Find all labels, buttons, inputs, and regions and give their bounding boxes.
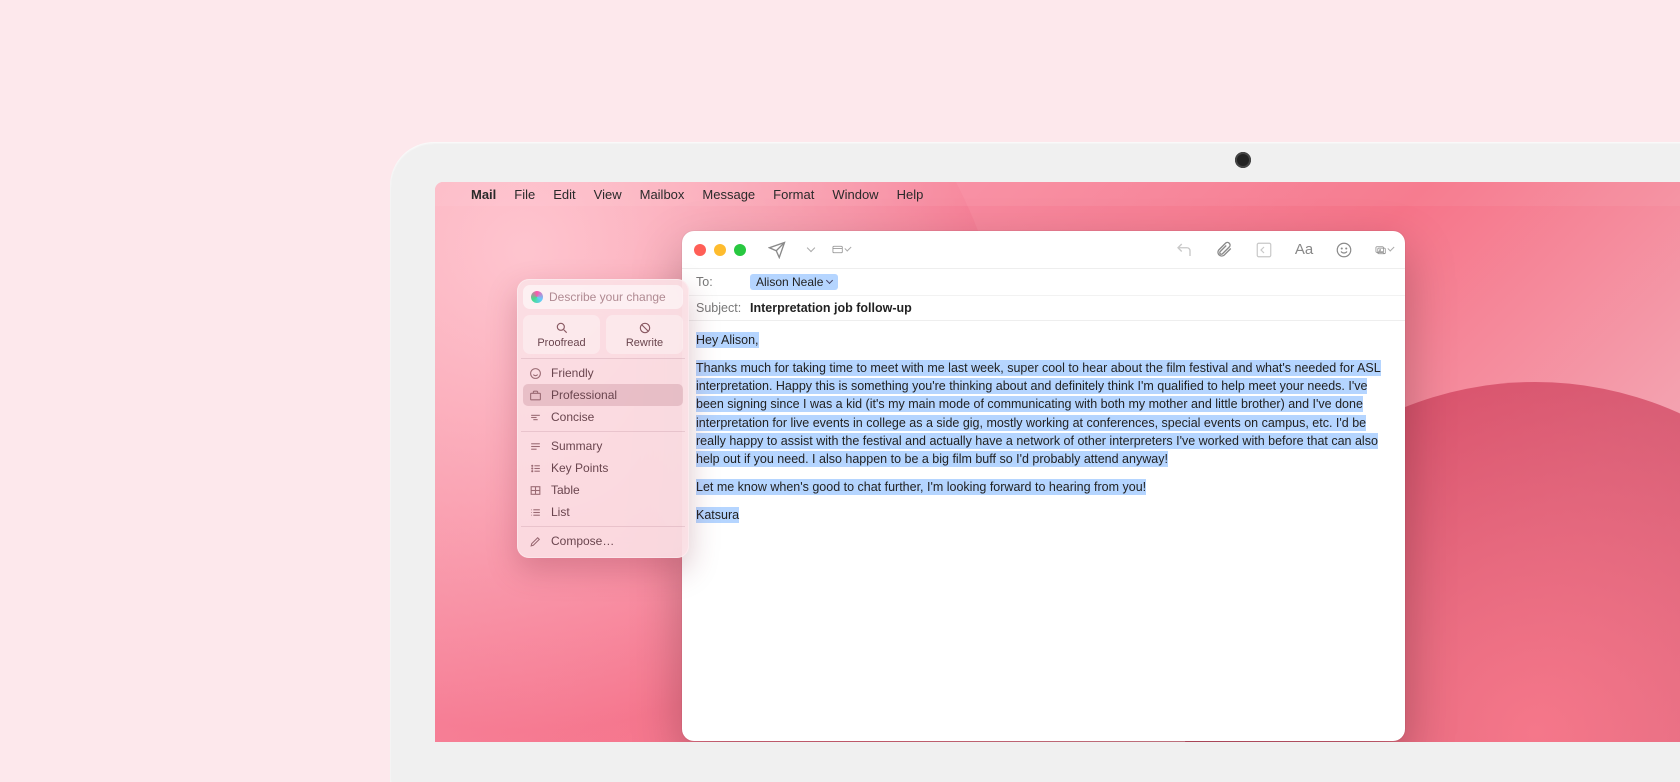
briefcase-icon: [529, 389, 542, 402]
recipient-dropdown-icon[interactable]: [826, 276, 833, 283]
separator: [521, 358, 685, 359]
subject-label: Subject:: [696, 301, 750, 315]
attachment-icon[interactable]: [1215, 241, 1233, 259]
menu-window[interactable]: Window: [832, 187, 878, 202]
subject-field-row[interactable]: Subject: Interpretation job follow-up: [682, 296, 1405, 320]
describe-change-input[interactable]: Describe your change: [523, 285, 683, 309]
summary-icon: [529, 440, 542, 453]
table-icon: [529, 484, 542, 497]
subject-value[interactable]: Interpretation job follow-up: [750, 301, 912, 315]
rewrite-label: Rewrite: [626, 337, 663, 349]
body-greeting: Hey Alison,: [696, 332, 759, 348]
smile-icon: [529, 367, 542, 380]
tone-professional[interactable]: Professional: [523, 384, 683, 406]
minimize-button[interactable]: [714, 244, 726, 256]
body-signature: Katsura: [696, 507, 739, 523]
app-menu[interactable]: Mail: [471, 187, 496, 202]
table-label: Table: [551, 483, 580, 497]
describe-change-placeholder: Describe your change: [549, 290, 666, 304]
list-label: List: [551, 505, 570, 519]
recipient-chip[interactable]: Alison Neale: [750, 274, 838, 290]
action-keypoints[interactable]: Key Points: [523, 457, 683, 479]
tone-concise[interactable]: Concise: [523, 406, 683, 428]
action-compose[interactable]: Compose…: [523, 530, 683, 552]
concise-icon: [529, 411, 542, 424]
separator: [521, 526, 685, 527]
keypoints-label: Key Points: [551, 461, 608, 475]
action-list[interactable]: List: [523, 501, 683, 523]
photo-browser-icon[interactable]: [1375, 241, 1393, 259]
to-field-row[interactable]: To: Alison Neale: [682, 269, 1405, 296]
system-menubar: Mail File Edit View Mailbox Message Form…: [435, 182, 1680, 206]
compose-window: Aa To: Alison Neale Subject:: [682, 231, 1405, 741]
menu-edit[interactable]: Edit: [553, 187, 575, 202]
send-options-dropdown-icon[interactable]: [800, 241, 818, 259]
friendly-label: Friendly: [551, 366, 594, 380]
desktop-screen: Mail File Edit View Mailbox Message Form…: [435, 182, 1680, 742]
summary-label: Summary: [551, 439, 602, 453]
sparkle-icon: [531, 291, 543, 303]
menu-file[interactable]: File: [514, 187, 535, 202]
close-button[interactable]: [694, 244, 706, 256]
device-camera: [1235, 152, 1251, 168]
format-icon[interactable]: Aa: [1295, 241, 1313, 259]
proofread-button[interactable]: Proofread: [523, 315, 600, 354]
compose-header-fields: To: Alison Neale Subject: Interpretation…: [682, 269, 1405, 321]
writing-tools-panel: Describe your change Proofread Rewrite F…: [517, 279, 689, 558]
action-table[interactable]: Table: [523, 479, 683, 501]
header-fields-icon[interactable]: [832, 241, 850, 259]
menu-help[interactable]: Help: [897, 187, 924, 202]
proofread-label: Proofread: [537, 337, 585, 349]
menu-mailbox[interactable]: Mailbox: [640, 187, 685, 202]
list-icon: [529, 506, 542, 519]
body-paragraph-2: Let me know when's good to chat further,…: [696, 479, 1146, 495]
menu-format[interactable]: Format: [773, 187, 814, 202]
magnify-icon: [555, 321, 569, 335]
reply-icon[interactable]: [1175, 241, 1193, 259]
to-label: To:: [696, 275, 750, 289]
send-icon[interactable]: [768, 241, 786, 259]
window-controls: [694, 244, 746, 256]
keypoints-icon: [529, 462, 542, 475]
zoom-button[interactable]: [734, 244, 746, 256]
emoji-icon[interactable]: [1335, 241, 1353, 259]
professional-label: Professional: [551, 388, 617, 402]
concise-label: Concise: [551, 410, 594, 424]
menu-view[interactable]: View: [594, 187, 622, 202]
rewrite-button[interactable]: Rewrite: [606, 315, 683, 354]
action-summary[interactable]: Summary: [523, 435, 683, 457]
pencil-icon: [529, 535, 542, 548]
compose-body[interactable]: Hey Alison, Thanks much for taking time …: [682, 321, 1405, 741]
recipient-name: Alison Neale: [756, 275, 823, 289]
link-editor-icon[interactable]: [1255, 241, 1273, 259]
body-paragraph-1: Thanks much for taking time to meet with…: [696, 360, 1381, 467]
compose-label: Compose…: [551, 534, 614, 548]
rewrite-icon: [638, 321, 652, 335]
tone-friendly[interactable]: Friendly: [523, 362, 683, 384]
separator: [521, 431, 685, 432]
menu-message[interactable]: Message: [702, 187, 755, 202]
compose-titlebar: Aa: [682, 231, 1405, 269]
